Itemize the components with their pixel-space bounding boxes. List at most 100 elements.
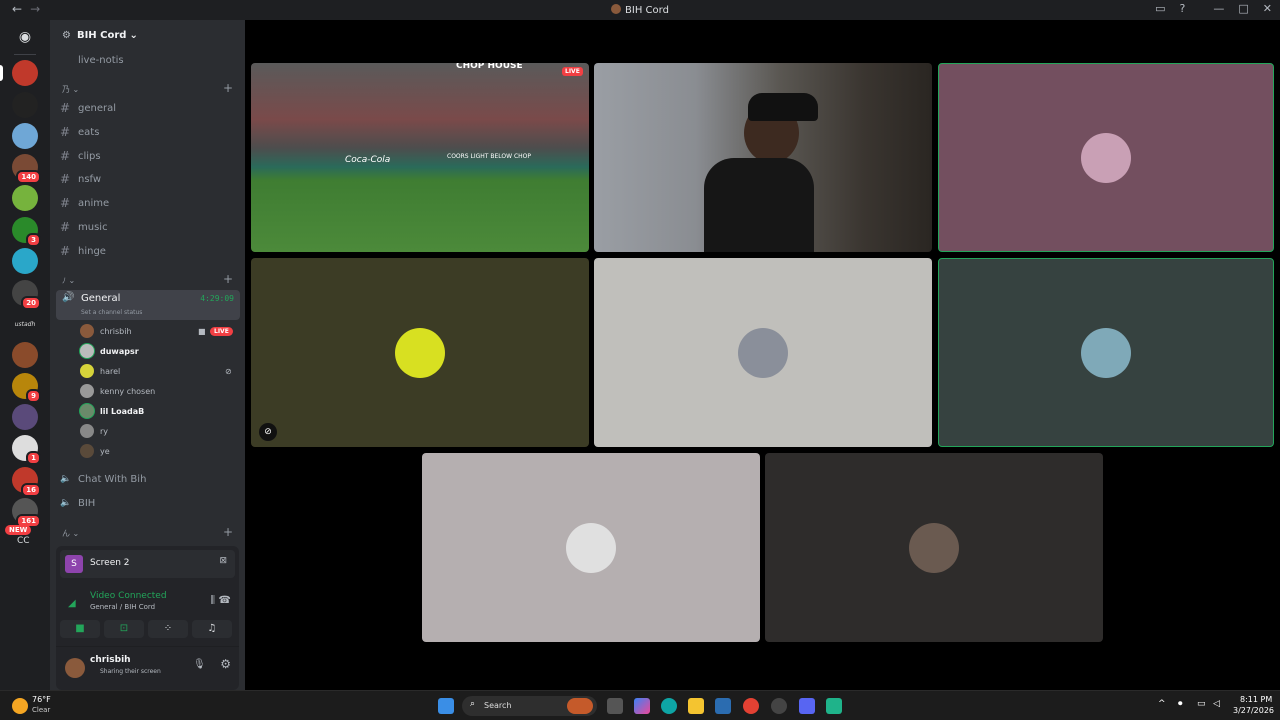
app-icon[interactable]: [826, 698, 842, 714]
category-header[interactable]: ん ⌄: [62, 528, 79, 539]
voice-channel-bih[interactable]: 🔈 BIH: [60, 493, 95, 513]
server-icon[interactable]: 16: [12, 467, 41, 497]
voice-user[interactable]: chrisbih ■ LIVE: [80, 322, 233, 340]
participant-tile[interactable]: [938, 258, 1274, 447]
voice-settings-icon[interactable]: ⫼: [210, 595, 215, 606]
stop-stream-icon[interactable]: ⊠: [219, 556, 227, 566]
voice-user[interactable]: ye: [80, 442, 110, 460]
search-box[interactable]: ⌕ Search: [462, 696, 597, 716]
channel-hinge[interactable]: # hinge: [60, 241, 106, 261]
edge-icon[interactable]: [661, 698, 677, 714]
camera-button[interactable]: ■: [60, 620, 100, 638]
participant-tile[interactable]: ⊘: [251, 258, 589, 447]
channel-label: anime: [78, 197, 110, 209]
mic-tray-icon[interactable]: ⏺: [1178, 699, 1183, 709]
server-icon[interactable]: [12, 248, 38, 274]
connection-location[interactable]: General / BIH Cord: [90, 603, 155, 611]
voice-channel-general[interactable]: 🔊 General 4:29:09 Set a channel status: [56, 290, 240, 320]
server-icon[interactable]: [12, 342, 38, 368]
server-icon[interactable]: 20: [12, 280, 41, 310]
voice-panel: S Screen 2 ⊠ ◢ Video Connected General /…: [56, 546, 239, 690]
voice-user[interactable]: kenny chosen: [80, 382, 155, 400]
inbox-icon[interactable]: ▭: [1155, 2, 1165, 15]
voice-user[interactable]: duwapsr: [80, 342, 139, 360]
close-icon[interactable]: ✕: [1263, 2, 1272, 15]
voice-user[interactable]: ry: [80, 422, 108, 440]
server-icon[interactable]: 9: [12, 373, 41, 403]
channel-eats[interactable]: # eats: [60, 122, 99, 142]
category-header[interactable]: ﾉ ⌄: [62, 275, 75, 286]
windows-start-icon[interactable]: [438, 698, 454, 714]
display-tray-icon[interactable]: ▭: [1197, 699, 1206, 709]
server-icon[interactable]: 3: [12, 217, 41, 247]
participant-tile[interactable]: [938, 63, 1274, 252]
window-title-text: BIH Cord: [625, 5, 669, 16]
settings-gear-icon[interactable]: ⚙: [220, 657, 231, 671]
server-avatar-icon: [611, 4, 622, 14]
disconnect-icon[interactable]: ☎: [219, 595, 231, 606]
voice-channel-chat-with-bih[interactable]: 🔈 Chat With Bih: [60, 469, 146, 489]
server-icon[interactable]: [12, 123, 38, 149]
voice-user[interactable]: lil LoadaB: [80, 402, 144, 420]
hash-icon: #: [60, 149, 71, 163]
screen-icon: S: [65, 555, 83, 573]
copilot-icon[interactable]: [634, 698, 650, 714]
minimize-icon[interactable]: —: [1213, 2, 1224, 15]
participant-tile[interactable]: [594, 258, 932, 447]
chevron-up-icon[interactable]: ^: [1158, 699, 1166, 709]
server-icon[interactable]: 140: [12, 154, 41, 184]
camera-tile[interactable]: [594, 63, 932, 252]
discord-icon[interactable]: [799, 698, 815, 714]
maximize-icon[interactable]: □: [1238, 2, 1248, 15]
connection-status[interactable]: Video Connected: [90, 591, 167, 601]
store-icon[interactable]: [715, 698, 731, 714]
channel-status[interactable]: Set a channel status: [81, 309, 142, 316]
add-channel-icon[interactable]: +: [223, 525, 233, 539]
avatar: [395, 327, 445, 378]
task-view-icon[interactable]: [607, 698, 623, 714]
hash-icon: #: [60, 220, 71, 234]
discord-home-icon[interactable]: ◉: [12, 24, 38, 50]
activities-button[interactable]: ⁘: [148, 620, 188, 638]
channel-label: Chat With Bih: [78, 473, 147, 485]
voice-user[interactable]: harel ⊘: [80, 362, 232, 380]
add-channel-icon[interactable]: +: [223, 81, 233, 95]
server-icon[interactable]: 1: [12, 435, 41, 465]
server-icon[interactable]: [12, 92, 38, 118]
server-icon[interactable]: CC: [17, 536, 30, 546]
server-icon[interactable]: 161: [12, 498, 41, 528]
soundboard-button[interactable]: ♫: [192, 620, 232, 638]
participant-tile[interactable]: [765, 453, 1103, 642]
clock-date[interactable]: 3/27/2026: [1233, 706, 1274, 715]
server-icon[interactable]: [12, 185, 38, 211]
screen-share-button[interactable]: ⊡: [104, 620, 144, 638]
channel-general[interactable]: # general: [60, 98, 116, 118]
file-explorer-icon[interactable]: [688, 698, 704, 714]
channel-live-notis[interactable]: live-notis: [60, 50, 124, 70]
add-channel-icon[interactable]: +: [223, 272, 233, 286]
help-icon[interactable]: ?: [1180, 2, 1186, 15]
channel-anime[interactable]: # anime: [60, 193, 109, 213]
server-icon[interactable]: [12, 404, 38, 430]
avatar: [80, 384, 94, 398]
participant-tile[interactable]: [422, 453, 760, 642]
clock-time[interactable]: 8:11 PM: [1240, 695, 1272, 704]
avatar: [80, 364, 94, 378]
channel-clips[interactable]: # clips: [60, 146, 101, 166]
weather-icon[interactable]: [12, 698, 28, 714]
weather-temp[interactable]: 76°F: [32, 695, 51, 704]
server-header[interactable]: ⚙ BIH Cord ⌄ 👤: [50, 20, 284, 50]
volume-icon[interactable]: ◁: [1213, 699, 1220, 709]
mic-icon[interactable]: 🎙: [193, 659, 206, 670]
server-icon[interactable]: [12, 60, 38, 86]
server-icon[interactable]: ustadh: [12, 312, 38, 338]
call-timer: 4:29:09: [200, 294, 234, 303]
screen-share-card[interactable]: S Screen 2 ⊠: [60, 550, 235, 578]
channel-nsfw[interactable]: # nsfw: [60, 169, 101, 189]
chrome-icon[interactable]: [743, 698, 759, 714]
avatar[interactable]: [65, 658, 85, 678]
channel-music[interactable]: # music: [60, 217, 108, 237]
category-header[interactable]: 乃 ⌄: [62, 84, 79, 95]
chatgpt-icon[interactable]: [771, 698, 787, 714]
stream-tile[interactable]: CHOP HOUSE LIVE Coca-Cola COORS LIGHT BE…: [251, 63, 589, 252]
